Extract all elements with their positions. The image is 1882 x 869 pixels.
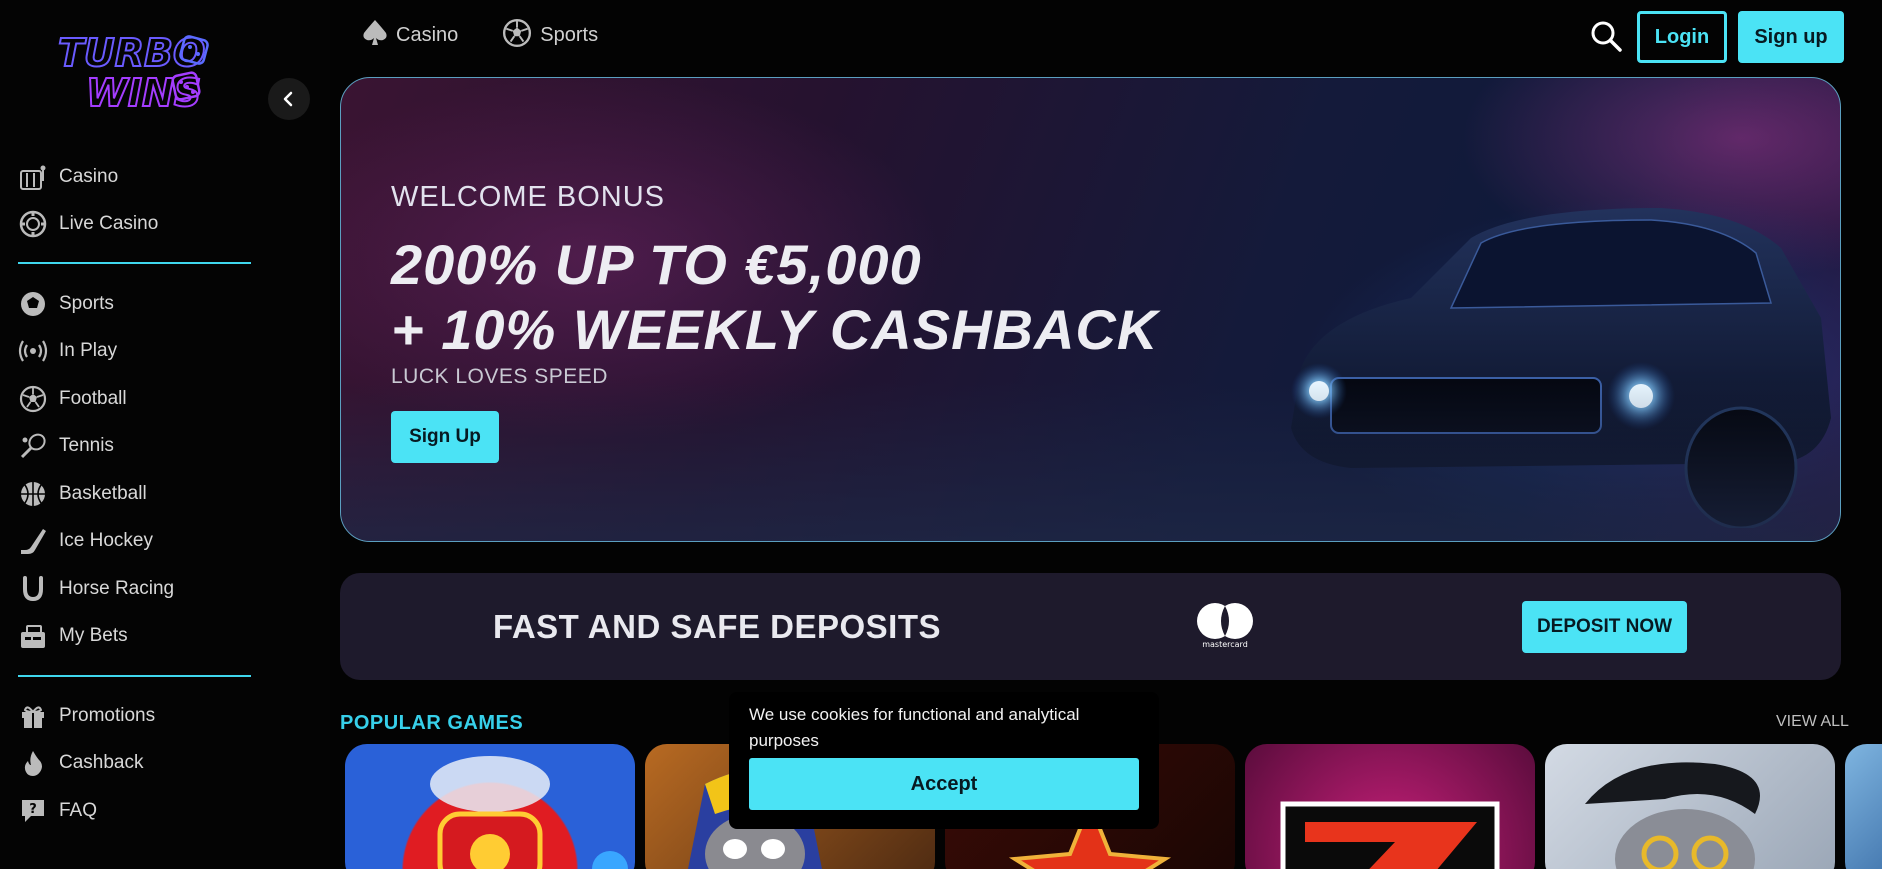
sidebar-item-label: My Bets (59, 625, 128, 647)
sidebar-item-faq[interactable]: ? FAQ (18, 787, 252, 835)
page: TURBO WINS Casino Live Casino Sports In … (0, 0, 1882, 869)
sidebar-extras-group: Promotions Cashback ? FAQ (18, 692, 252, 835)
hero-title: 200% UP TO €5,000 + 10% WEEKLY CASHBACK (391, 232, 1158, 362)
search-button[interactable] (1590, 20, 1622, 52)
svg-text:mastercard: mastercard (1202, 640, 1248, 649)
signup-button[interactable]: Sign up (1738, 11, 1844, 63)
svg-text:TURBO: TURBO (58, 31, 205, 75)
poker-chip-icon (18, 209, 48, 239)
sidebar-item-label: Horse Racing (59, 577, 175, 599)
search-icon (1591, 21, 1622, 52)
flame-icon (18, 748, 48, 778)
topnav-sports-link[interactable]: Sports (502, 18, 598, 53)
sidebar-item-label: Promotions (59, 704, 156, 726)
sidebar-item-promotions[interactable]: Promotions (18, 692, 252, 740)
raccoon-elvis-game-art (1585, 762, 1760, 869)
sidebar-item-label: Ice Hockey (59, 530, 153, 552)
hero-signup-button[interactable]: Sign Up (391, 411, 499, 463)
tennis-racket-icon (18, 431, 48, 461)
sidebar-item-label: FAQ (59, 799, 98, 821)
slot-machine-icon (18, 162, 48, 192)
sidebar-item-my-bets[interactable]: My Bets (18, 613, 252, 661)
svg-text:WINS: WINS (86, 71, 201, 115)
deposit-now-button[interactable]: DEPOSIT NOW (1522, 601, 1687, 653)
mastercard-logo: mastercard (1193, 601, 1257, 649)
chevron-left-icon (283, 91, 293, 107)
game-tile[interactable] (1245, 744, 1535, 869)
question-chat-icon: ? (18, 796, 48, 826)
sidebar-item-football[interactable]: Football (18, 375, 252, 423)
sidebar-item-basketball[interactable]: Basketball (18, 470, 252, 518)
shield-seven-game-art (1280, 801, 1500, 869)
train-game-art (430, 756, 628, 869)
sidebar-item-horse-racing[interactable]: Horse Racing (18, 565, 252, 613)
hero-title-line1: 200% UP TO €5,000 (391, 233, 922, 296)
view-all-link[interactable]: VIEW ALL (1776, 713, 1849, 731)
game-tile[interactable] (345, 744, 635, 869)
sidebar-sports-group: Sports In Play Football Tennis Basketbal… (18, 280, 252, 660)
hero-kicker: WELCOME BONUS (391, 181, 666, 213)
gift-icon (18, 701, 48, 731)
collapse-sidebar-button[interactable] (268, 78, 310, 120)
accept-cookies-button[interactable]: Accept (749, 758, 1139, 810)
sidebar-item-in-play[interactable]: In Play (18, 328, 252, 376)
soccer-ball-icon (18, 384, 48, 414)
ticket-icon (18, 621, 48, 651)
hero-title-line2: + 10% WEEKLY CASHBACK (391, 298, 1159, 361)
cookie-message: We use cookies for functional and analyt… (749, 705, 1080, 750)
sidebar: TURBO WINS Casino Live Casino Sports In … (0, 0, 330, 869)
top-navigation: Casino Sports (362, 18, 642, 53)
horseshoe-icon (18, 574, 48, 604)
svg-text:?: ? (29, 802, 37, 817)
sidebar-item-casino[interactable]: Casino (18, 153, 252, 201)
fog-overlay (341, 381, 1840, 541)
game-tile[interactable] (1845, 744, 1882, 869)
sidebar-item-label: In Play (59, 340, 118, 362)
deposit-title: FAST AND SAFE DEPOSITS (493, 608, 941, 645)
sidebar-divider (18, 675, 251, 677)
sidebar-item-label: Cashback (59, 752, 144, 774)
login-button[interactable]: Login (1637, 11, 1727, 63)
sidebar-item-tennis[interactable]: Tennis (18, 423, 252, 471)
spade-icon (362, 19, 388, 52)
sidebar-item-label: Live Casino (59, 213, 159, 235)
sidebar-item-live-casino[interactable]: Live Casino (18, 201, 252, 249)
topnav-casino-link[interactable]: Casino (362, 19, 458, 52)
hockey-stick-icon (18, 526, 48, 556)
sidebar-item-label: Basketball (59, 482, 147, 504)
sidebar-item-sports[interactable]: Sports (18, 280, 252, 328)
sidebar-item-label: Sports (59, 292, 114, 314)
turbowins-logo[interactable]: TURBO WINS (56, 28, 216, 118)
deposit-banner: FAST AND SAFE DEPOSITS mastercard DEPOSI… (340, 573, 1841, 680)
sidebar-divider (18, 262, 251, 264)
broadcast-icon (18, 336, 48, 366)
cookie-consent-banner: We use cookies for functional and analyt… (729, 692, 1159, 829)
sidebar-item-ice-hockey[interactable]: Ice Hockey (18, 518, 252, 566)
sports-badge-icon (18, 289, 48, 319)
hero-tagline: LUCK LOVES SPEED (391, 365, 608, 388)
sidebar-item-label: Tennis (59, 435, 114, 457)
popular-games-title: POPULAR GAMES (340, 712, 524, 734)
game-tile[interactable] (1545, 744, 1835, 869)
sidebar-item-label: Casino (59, 165, 119, 187)
sidebar-casino-group: Casino Live Casino (18, 153, 252, 248)
sidebar-item-label: Football (59, 387, 127, 409)
welcome-bonus-banner[interactable]: WELCOME BONUS 200% UP TO €5,000 + 10% WE… (340, 77, 1841, 542)
soccer-ball-icon (502, 18, 532, 53)
basketball-icon (18, 479, 48, 509)
sidebar-item-cashback[interactable]: Cashback (18, 740, 252, 788)
